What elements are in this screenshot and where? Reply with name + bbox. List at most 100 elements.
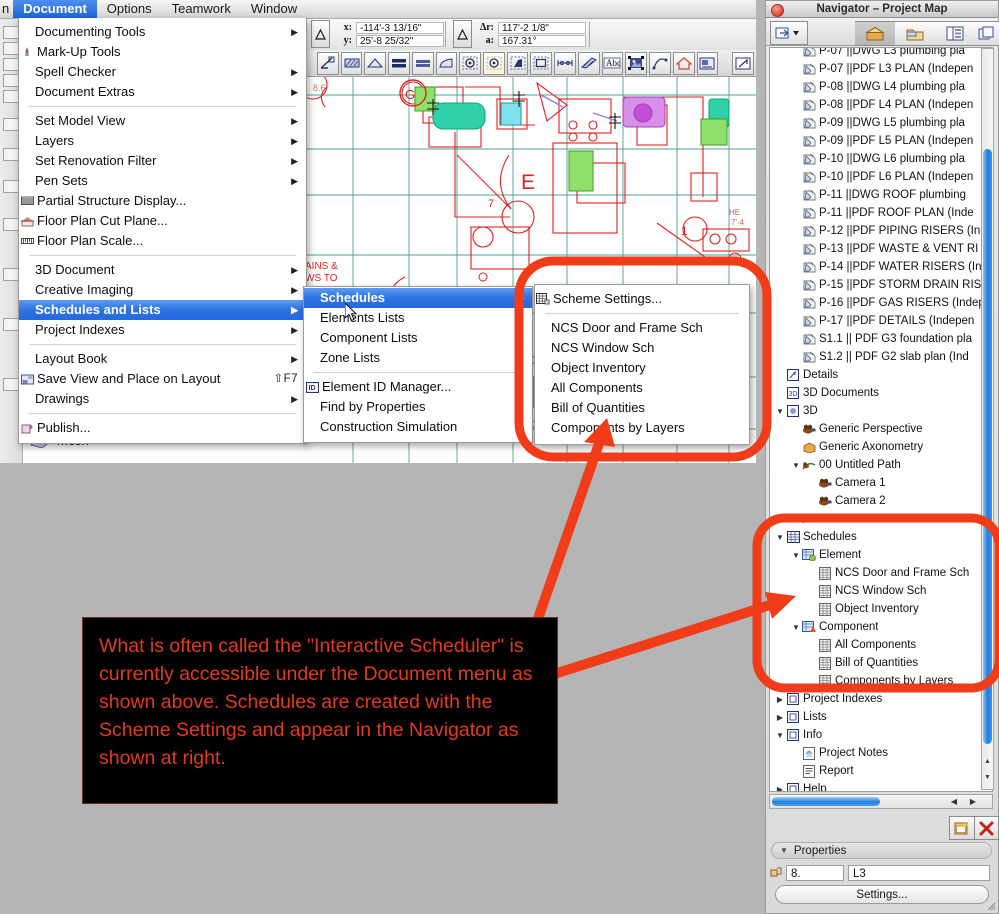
submenu-item-zone-lists[interactable]: Zone Lists ▶ [304, 348, 532, 368]
menubar-item-document[interactable]: Document [13, 0, 97, 18]
menu-item-set-model-view[interactable]: Set Model View ▶ [19, 111, 306, 131]
x-value-field[interactable]: -114'-3 13/16" [356, 21, 444, 34]
figure-icon[interactable] [625, 51, 648, 75]
properties-header[interactable]: ▼ Properties [771, 842, 992, 859]
beam-icon[interactable] [388, 51, 410, 75]
close-icon[interactable] [771, 4, 784, 17]
menu-item-save-view-and-place-on-layout[interactable]: Save View and Place on Layout ⇧F7 [19, 369, 306, 389]
menu-item-pen-sets[interactable]: Pen Sets ▶ [19, 171, 306, 191]
tree-item[interactable]: Details [770, 366, 992, 384]
tree-item[interactable]: P-14 ||PDF WATER RISERS (In [770, 258, 992, 276]
tree-item[interactable]: All Components [770, 636, 992, 654]
relative-origin-icon[interactable] [311, 20, 330, 48]
fill-icon[interactable] [577, 51, 600, 75]
chevron-right-icon[interactable]: ▶ [774, 695, 786, 704]
tree-item[interactable]: 3D 3D Documents [770, 384, 992, 402]
navigator-horizontal-scrollbar[interactable]: ◀ ▶ [769, 794, 993, 809]
sidebar-item-publisher-sets[interactable] [975, 21, 999, 46]
story-name-field[interactable]: L3 [848, 865, 990, 881]
tree-item[interactable]: Camera 1 [770, 474, 992, 492]
tree-item[interactable]: Generic Perspective [770, 420, 992, 438]
schedules-scheme-submenu[interactable]: Scheme Settings... NCS Door and Frame Sc… [534, 284, 750, 445]
tree-item[interactable]: S1.1 || PDF G3 foundation pla [770, 330, 992, 348]
roof-icon[interactable] [364, 51, 387, 75]
menu-item-layout-book[interactable]: Layout Book ▶ [19, 349, 306, 369]
menu-item-floor-plan-scale[interactable]: Floor Plan Scale... [19, 231, 306, 251]
navigator-toolbar[interactable] [766, 18, 999, 46]
tree-item[interactable]: P-07 ||PDF L3 PLAN (Indepen [770, 60, 992, 78]
menu-item-schedules-and-lists[interactable]: Schedules and Lists ▶ [19, 300, 306, 320]
submenu-item-schedules[interactable]: Schedules ▶ [304, 288, 532, 308]
submenu-item-scheme-settings[interactable]: Scheme Settings... [535, 289, 749, 309]
tree-item[interactable]: P-17 ||PDF DETAILS (Indepen [770, 312, 992, 330]
tree-item[interactable]: ▼ Schedules [770, 528, 992, 546]
tree-item[interactable]: ▼ 00 Untitled Path [770, 456, 992, 474]
tree-item[interactable]: P-15 ||PDF STORM DRAIN RIS [770, 276, 992, 294]
sidebar-item-view-map[interactable] [895, 21, 936, 46]
menubar-item-truncated[interactable]: n [0, 0, 13, 18]
menu-item-creative-imaging[interactable]: Creative Imaging ▶ [19, 280, 306, 300]
tree-item[interactable]: P-08 ||DWG L4 plumbing pla [770, 78, 992, 96]
menu-item-3d-document[interactable]: 3D Document ▶ [19, 260, 306, 280]
column2-icon[interactable] [483, 51, 505, 75]
tree-item[interactable]: ▼ 3D [770, 402, 992, 420]
navigator-palette[interactable]: Navigator – Project Map P-07 ||DWG L3 pl… [765, 0, 999, 914]
door-icon[interactable] [506, 51, 529, 75]
tree-item[interactable]: ▼ Element [770, 546, 992, 564]
menu-item-layers[interactable]: Layers ▶ [19, 131, 306, 151]
tree-item[interactable]: Project Notes [770, 744, 992, 762]
angle-value-field[interactable]: 167.31° [498, 34, 586, 47]
element-tool-toolbar[interactable]: Abc [305, 50, 756, 77]
tree-item[interactable]: Generic Axonometry [770, 438, 992, 456]
scroll-down-icon[interactable]: ▼ [983, 772, 992, 783]
chevron-down-icon[interactable]: ▼ [790, 551, 802, 560]
scrollbar-thumb[interactable] [983, 149, 992, 744]
dimension-icon[interactable] [554, 51, 576, 75]
story-id-field[interactable]: 8. [786, 865, 844, 881]
submenu-item-find-by-properties[interactable]: Find by Properties ▶ [304, 397, 532, 417]
column-icon[interactable] [459, 51, 482, 75]
document-menu[interactable]: Documenting Tools ▶ Mark-Up Tools Spell C… [18, 18, 307, 444]
scroll-right-icon[interactable]: ▶ [965, 796, 981, 807]
resize-grip[interactable] [984, 899, 996, 911]
menu-bar[interactable]: n Document Options Teamwork Window [0, 0, 756, 19]
tree-item[interactable]: 01 no cameras [770, 510, 992, 528]
tree-item[interactable]: P-16 ||PDF GAS RISERS (Indep [770, 294, 992, 312]
tree-item[interactable]: Components by Layers [770, 672, 992, 690]
y-value-field[interactable]: 25'-8 25/32" [356, 34, 444, 47]
slab-icon[interactable] [340, 51, 363, 75]
menu-item-mark-up-tools[interactable]: Mark-Up Tools [19, 42, 306, 62]
tree-item[interactable]: NCS Door and Frame Sch [770, 564, 992, 582]
tree-item[interactable]: P-07 ||DWG L3 plumbing pla [770, 48, 992, 60]
tree-item[interactable]: P-08 ||PDF L4 PLAN (Indepen [770, 96, 992, 114]
sidebar-item-project-map[interactable] [855, 21, 896, 46]
delta-r-value-field[interactable]: 117'-2 1/8" [498, 21, 586, 34]
tree-item[interactable]: Bill of Quantities [770, 654, 992, 672]
scrollbar-thumb[interactable] [772, 797, 880, 806]
submenu-item-element-id-manager[interactable]: ID Element ID Manager... [304, 377, 532, 397]
beam2-icon[interactable] [411, 51, 434, 75]
navigator-vertical-scrollbar[interactable]: ▲ ▼ [981, 48, 994, 790]
tree-item[interactable]: ▶ Project Indexes [770, 690, 992, 708]
chevron-down-icon[interactable]: ▼ [774, 407, 786, 416]
menubar-item-options[interactable]: Options [97, 0, 162, 18]
chevron-right-icon[interactable]: ▶ [774, 713, 786, 722]
menubar-item-window[interactable]: Window [241, 0, 307, 18]
new-item-button[interactable] [949, 816, 975, 840]
spline-icon[interactable] [649, 51, 671, 75]
tree-item[interactable]: P-12 ||PDF PIPING RISERS (In [770, 222, 992, 240]
submenu-item-object-inventory[interactable]: Object Inventory [535, 358, 749, 378]
submenu-item-all-components[interactable]: All Components [535, 378, 749, 398]
chevron-down-icon[interactable]: ▼ [774, 731, 786, 740]
navigator-action-row[interactable] [766, 813, 999, 841]
menu-item-documenting-tools[interactable]: Documenting Tools ▶ [19, 22, 306, 42]
tree-item[interactable]: NCS Window Sch [770, 582, 992, 600]
tree-item[interactable]: P-10 ||DWG L6 plumbing pla [770, 150, 992, 168]
navigator-popup-button[interactable] [770, 21, 808, 45]
tree-item[interactable]: P-09 ||DWG L5 plumbing pla [770, 114, 992, 132]
polar-origin-icon[interactable] [453, 20, 472, 48]
submenu-item-components-by-layers[interactable]: Components by Layers [535, 418, 749, 438]
detail-icon[interactable] [732, 51, 754, 75]
tree-item[interactable]: P-11 ||PDF ROOF PLAN (Inde [770, 204, 992, 222]
submenu-item-ncs-window-sch[interactable]: NCS Window Sch [535, 338, 749, 358]
